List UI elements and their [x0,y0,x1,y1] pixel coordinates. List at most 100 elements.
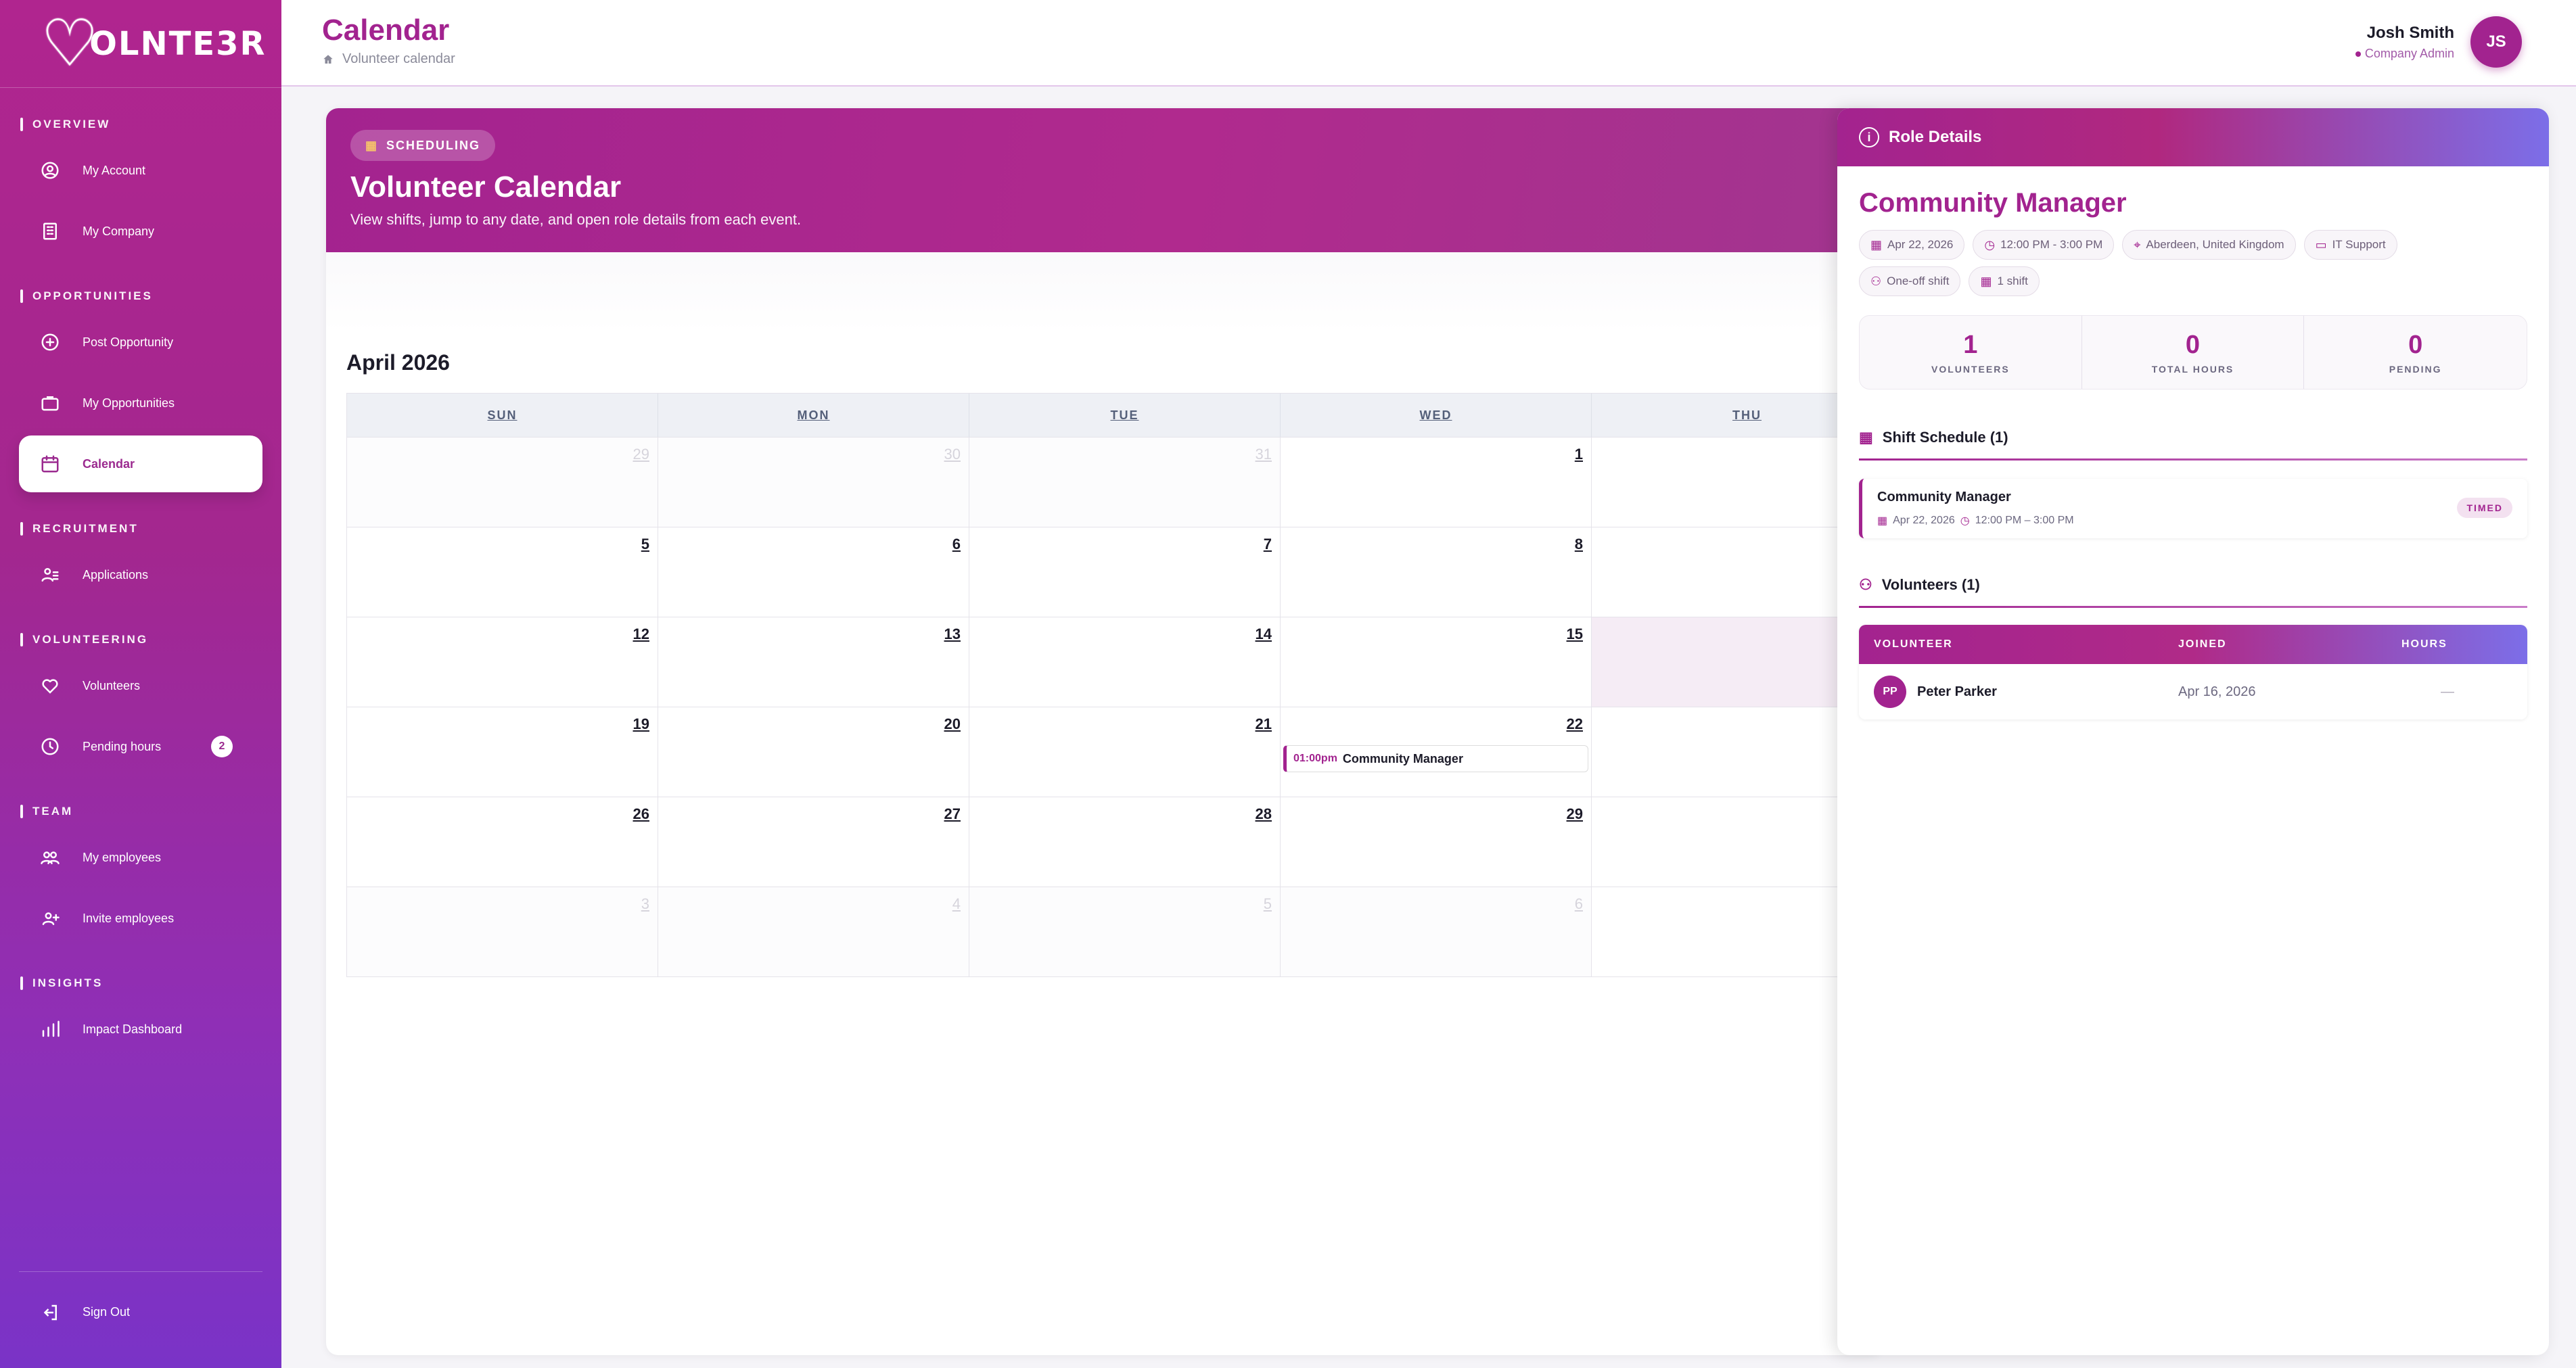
calendar-day-cell[interactable]: 22 01:00pm Community Manager [1281,707,1592,797]
calendar-day-cell[interactable]: 30 [658,438,969,527]
sidebar-item-label: Volunteers [83,678,141,692]
sidebar-item-label: Applications [83,567,149,582]
sign-out-icon [37,1299,64,1326]
day-number[interactable]: 27 [944,805,961,823]
calendar-day-cell[interactable]: 4 [658,887,969,976]
day-number[interactable]: 15 [1567,626,1583,643]
volunteer-cell: PP Peter Parker [1859,676,2163,708]
nav-section-overview: OVERVIEW My Account My Company [0,111,281,260]
day-number[interactable]: 6 [1575,895,1583,913]
calendar-day-cell[interactable]: 6 [658,527,969,617]
sign-out-button[interactable]: Sign Out [19,1271,262,1352]
day-number[interactable]: 28 [1256,805,1272,823]
day-number[interactable]: 5 [641,536,649,553]
day-number[interactable]: 8 [1575,536,1583,553]
day-number[interactable]: 31 [1256,446,1272,463]
day-number[interactable]: 20 [944,715,961,733]
calendar-day-cell[interactable]: 27 [658,797,969,887]
sidebar-item-applications[interactable]: Applications [19,546,262,603]
calendar-day-cell[interactable]: 21 [969,707,1281,797]
shift-card[interactable]: Community Manager ▦ Apr 22, 2026 ◷ 12:00… [1859,479,2527,538]
volunteers-heading: ⚇ Volunteers (1) [1859,576,2527,608]
role-details-panel: i Role Details Community Manager ▦ Apr 22… [1837,108,2549,1355]
calendar-day-cell[interactable]: 1 [1281,438,1592,527]
role-chip: ⚇ One-off shift [1859,266,1961,296]
column-header-joined[interactable]: JOINED [2163,638,2387,651]
column-header-volunteer[interactable]: VOLUNTEER [1859,638,2163,651]
day-number[interactable]: 29 [1567,805,1583,823]
calendar-icon: ▦ [365,138,379,152]
event-title: Community Manager [1342,751,1463,765]
day-number[interactable]: 5 [1264,895,1272,913]
hero-subtitle: View shifts, jump to any date, and open … [350,211,802,228]
calendar-day-cell[interactable]: 12 [347,617,658,707]
calendar-day-cell[interactable]: 5 [347,527,658,617]
nav-section-recruitment: RECRUITMENT Applications [0,515,281,603]
day-number[interactable]: 22 [1567,715,1583,733]
calendar-day-cell[interactable]: 28 [969,797,1281,887]
volunteers-label: Volunteers (1) [1881,576,1980,593]
shift-name: Community Manager [1877,490,2011,504]
calendar-day-cell[interactable]: 20 [658,707,969,797]
calendar-week-row: 5 6 7 8 [347,527,1882,617]
day-number[interactable]: 7 [1264,536,1272,553]
day-number[interactable]: 6 [952,536,961,553]
day-number[interactable]: 13 [944,626,961,643]
calendar-day-cell[interactable]: 29 [1281,797,1592,887]
calendar-day-cell[interactable]: 6 [1281,887,1592,976]
calendar-day-cell[interactable]: 19 [347,707,658,797]
calendar-day-cell[interactable]: 3 [347,887,658,976]
day-number[interactable]: 12 [633,626,649,643]
sidebar-item-my-account[interactable]: My Account [19,142,262,199]
day-number[interactable]: 1 [1575,446,1583,463]
stat-label: TOTAL HOURS [2151,363,2234,375]
user-name: Josh Smith [2366,23,2454,42]
breadcrumb[interactable]: Volunteer calendar [322,51,455,67]
calendar-day-cell[interactable]: 13 [658,617,969,707]
user-menu[interactable]: Josh Smith Company Admin JS [2355,16,2522,68]
day-number[interactable]: 4 [952,895,961,913]
day-number[interactable]: 19 [633,715,649,733]
sidebar-item-post-opportunity[interactable]: Post Opportunity [19,314,262,371]
calendar-event[interactable]: 01:00pm Community Manager [1283,745,1588,772]
day-number[interactable]: 26 [633,805,649,823]
avatar[interactable]: JS [2470,16,2522,68]
calendar-icon: ▦ [1980,274,1992,288]
event-time: 01:00pm [1293,753,1337,764]
column-header-hours[interactable]: HOURS [2387,638,2527,651]
weekday-label: WED [1281,394,1592,437]
sidebar-item-pending-hours[interactable]: Pending hours 2 [19,718,262,775]
day-number[interactable]: 21 [1256,715,1272,733]
day-number[interactable]: 29 [633,446,649,463]
calendar-day-cell[interactable]: 5 [969,887,1281,976]
sidebar-item-invite-employees[interactable]: Invite employees [19,890,262,947]
page-title: Calendar [322,14,450,47]
calendar-card: ▦ SCHEDULING Volunteer Calendar View shi… [326,108,1882,1355]
logo[interactable]: ♡ OLNTE3R [0,0,281,88]
panel-header: i Role Details [1837,108,2549,166]
volunteers-table: VOLUNTEER JOINED HOURS PP Peter Parker A… [1859,625,2527,720]
sidebar-item-my-company[interactable]: My Company [19,203,262,260]
sidebar-item-calendar[interactable]: Calendar [19,435,262,492]
stat-value: 0 [2408,330,2423,359]
day-number[interactable]: 30 [944,446,961,463]
bar-chart-icon [37,1016,64,1043]
sidebar-item-impact-dashboard[interactable]: Impact Dashboard [19,1001,262,1058]
calendar-day-cell[interactable]: 8 [1281,527,1592,617]
shift-type-badge: TIMED [2457,498,2512,518]
user-plus-icon [37,905,64,932]
sidebar-item-my-opportunities[interactable]: My Opportunities [19,375,262,431]
panel-header-label: Role Details [1889,128,1982,146]
calendar-day-cell[interactable]: 31 [969,438,1281,527]
table-row[interactable]: PP Peter Parker Apr 16, 2026 — [1859,664,2527,720]
calendar-week-row: 3 4 5 6 [347,887,1882,976]
calendar-day-cell[interactable]: 15 [1281,617,1592,707]
calendar-day-cell[interactable]: 29 [347,438,658,527]
day-number[interactable]: 14 [1256,626,1272,643]
calendar-day-cell[interactable]: 7 [969,527,1281,617]
calendar-day-cell[interactable]: 26 [347,797,658,887]
calendar-day-cell[interactable]: 14 [969,617,1281,707]
sidebar-item-volunteers[interactable]: Volunteers [19,657,262,714]
day-number[interactable]: 3 [641,895,649,913]
sidebar-item-my-employees[interactable]: My employees [19,829,262,886]
